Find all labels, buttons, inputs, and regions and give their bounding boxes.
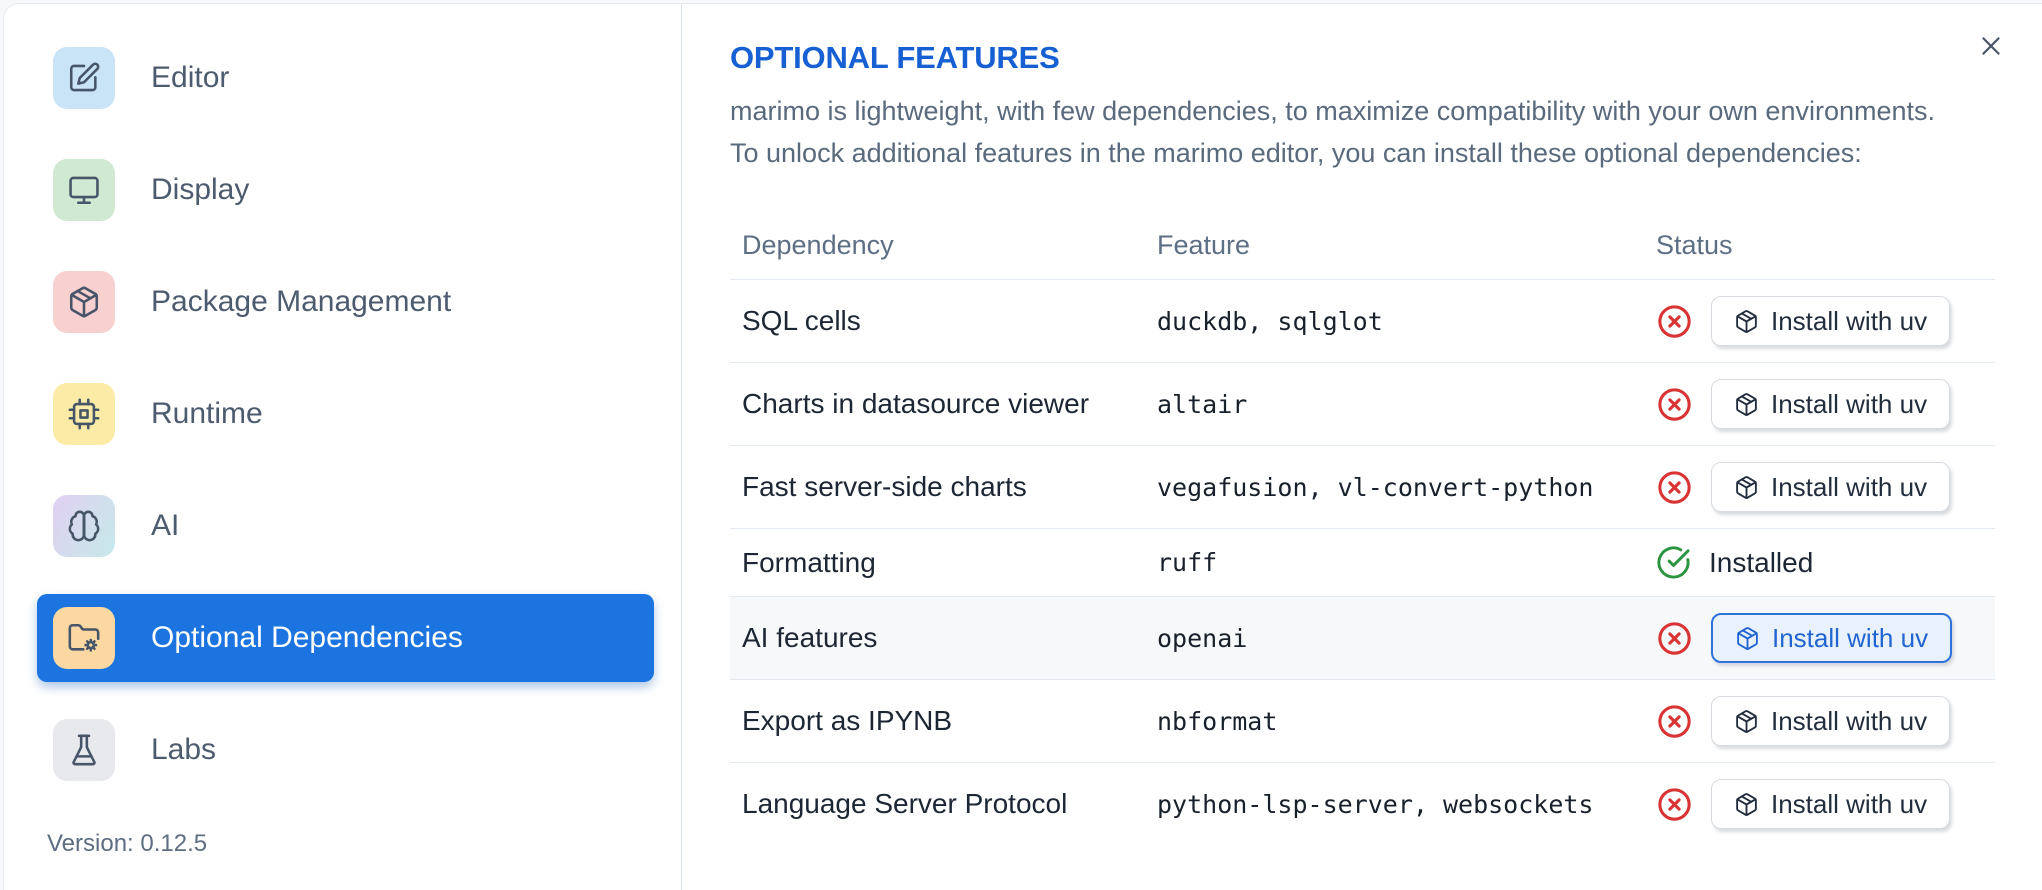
feature-cell: python-lsp-server, websockets: [1157, 789, 1594, 819]
feature-cell: duckdb, sqlglot: [1157, 306, 1383, 336]
column-header-dependency: Dependency: [742, 230, 894, 260]
column-header-feature: Feature: [1157, 230, 1251, 260]
settings-sidebar: Editor Display Package Management Runtim…: [4, 4, 682, 890]
x-circle-icon: [1656, 703, 1693, 740]
x-circle-icon: [1656, 386, 1693, 423]
install-with-uv-button[interactable]: Install with uv: [1711, 779, 1951, 829]
feature-cell: ruff: [1157, 548, 1218, 577]
sidebar-nav: Editor Display Package Management Runtim…: [37, 34, 654, 794]
sidebar-item-display[interactable]: Display: [37, 146, 654, 234]
optional-features-table: Dependency Feature Status SQL cells duck…: [730, 200, 1995, 845]
display-icon: [53, 159, 115, 221]
install-with-uv-button[interactable]: Install with uv: [1711, 613, 1953, 663]
install-with-uv-button[interactable]: Install with uv: [1711, 296, 1951, 346]
install-with-uv-button[interactable]: Install with uv: [1711, 379, 1951, 429]
settings-dialog: Editor Display Package Management Runtim…: [3, 3, 2042, 890]
installed-label: Installed: [1709, 546, 1814, 578]
feature-cell: vegafusion, vl-convert-python: [1157, 472, 1594, 502]
sidebar-item-label: Display: [151, 173, 250, 206]
status-cell: Install with uv: [1644, 446, 1995, 529]
table-row-ai-features: AI features openai Install with uv: [730, 596, 1995, 680]
x-circle-icon: [1656, 786, 1693, 823]
description-line-1: marimo is lightweight, with few dependen…: [730, 96, 1936, 126]
install-with-uv-button[interactable]: Install with uv: [1711, 462, 1951, 512]
install-button-label: Install with uv: [1771, 788, 1928, 819]
table-row-sql-cells: SQL cells duckdb, sqlglot Install with u…: [730, 280, 1995, 363]
status-cell: Install with uv: [1644, 280, 1995, 363]
sidebar-item-labs[interactable]: Labs: [37, 706, 654, 794]
description-line-2: To unlock additional features in the mar…: [730, 138, 1862, 168]
sidebar-item-label: Optional Dependencies: [151, 621, 463, 654]
dependency-cell: Language Server Protocol: [742, 788, 1068, 819]
dependency-cell: AI features: [730, 596, 1145, 680]
sidebar-item-runtime[interactable]: Runtime: [37, 370, 654, 458]
close-icon[interactable]: [1975, 30, 2007, 62]
page-title: OPTIONAL FEATURES: [730, 40, 1060, 75]
column-header-status: Status: [1656, 230, 1733, 260]
runtime-icon: [53, 383, 115, 445]
status-cell: Installed: [1644, 529, 1995, 597]
x-circle-icon: [1656, 620, 1693, 657]
install-button-label: Install with uv: [1771, 705, 1928, 736]
sidebar-item-package-management[interactable]: Package Management: [37, 258, 654, 346]
table-row-language-server-protocol: Language Server Protocol python-lsp-serv…: [730, 763, 1995, 846]
status-cell: Install with uv: [1644, 680, 1995, 763]
table-row-fast-server-side-charts: Fast server-side charts vegafusion, vl-c…: [730, 446, 1995, 529]
package-icon: [1734, 309, 1759, 334]
version-label: Version: 0.12.5: [47, 830, 208, 857]
sidebar-item-label: Editor: [151, 61, 230, 94]
sidebar-item-editor[interactable]: Editor: [37, 34, 654, 122]
package-icon: [53, 271, 115, 333]
folder-cog-icon: [53, 607, 115, 669]
x-circle-icon: [1656, 303, 1693, 340]
package-icon: [1735, 626, 1760, 651]
x-circle-icon: [1656, 469, 1693, 506]
editor-icon: [53, 47, 115, 109]
table-body: SQL cells duckdb, sqlglot Install with u…: [730, 280, 1995, 846]
table-row-formatting: Formatting ruff Installed: [730, 529, 1995, 597]
dependency-cell: Export as IPYNB: [742, 705, 953, 736]
install-button-label: Install with uv: [1771, 305, 1928, 336]
package-icon: [1734, 475, 1759, 500]
brain-icon: [53, 495, 115, 557]
install-with-uv-button[interactable]: Install with uv: [1711, 696, 1951, 746]
status-cell: Install with uv: [1644, 363, 1995, 446]
package-icon: [1734, 709, 1759, 734]
status-cell: Install with uv: [1644, 596, 1995, 680]
install-button-label: Install with uv: [1771, 471, 1928, 502]
feature-cell: openai: [1145, 596, 1644, 680]
check-circle-icon: [1656, 545, 1691, 580]
sidebar-item-ai[interactable]: AI: [37, 482, 654, 570]
status-cell: Install with uv: [1644, 763, 1995, 846]
feature-cell: nbformat: [1157, 706, 1278, 736]
dependency-cell: SQL cells: [742, 305, 861, 336]
install-button-label: Install with uv: [1772, 622, 1929, 653]
dependency-cell: Formatting: [742, 546, 876, 578]
sidebar-item-label: Runtime: [151, 397, 263, 430]
sidebar-item-label: Labs: [151, 733, 217, 766]
package-icon: [1734, 392, 1759, 417]
flask-icon: [53, 719, 115, 781]
settings-content: OPTIONAL FEATURES marimo is lightweight,…: [682, 4, 2042, 890]
sidebar-item-label: AI: [151, 509, 180, 542]
dependency-cell: Fast server-side charts: [742, 471, 1027, 502]
dependency-cell: Charts in datasource viewer: [742, 388, 1090, 419]
table-row-export-as-ipynb: Export as IPYNB nbformat Install with uv: [730, 680, 1995, 763]
sidebar-item-label: Package Management: [151, 285, 452, 318]
install-button-label: Install with uv: [1771, 388, 1928, 419]
sidebar-item-optional-dependencies[interactable]: Optional Dependencies: [37, 594, 654, 682]
feature-cell: altair: [1157, 389, 1248, 419]
table-header-row: Dependency Feature Status: [730, 200, 1995, 280]
table-row-charts-in-datasource-viewer: Charts in datasource viewer altair Insta…: [730, 363, 1995, 446]
page-description: marimo is lightweight, with few dependen…: [730, 90, 1995, 174]
package-icon: [1734, 792, 1759, 817]
